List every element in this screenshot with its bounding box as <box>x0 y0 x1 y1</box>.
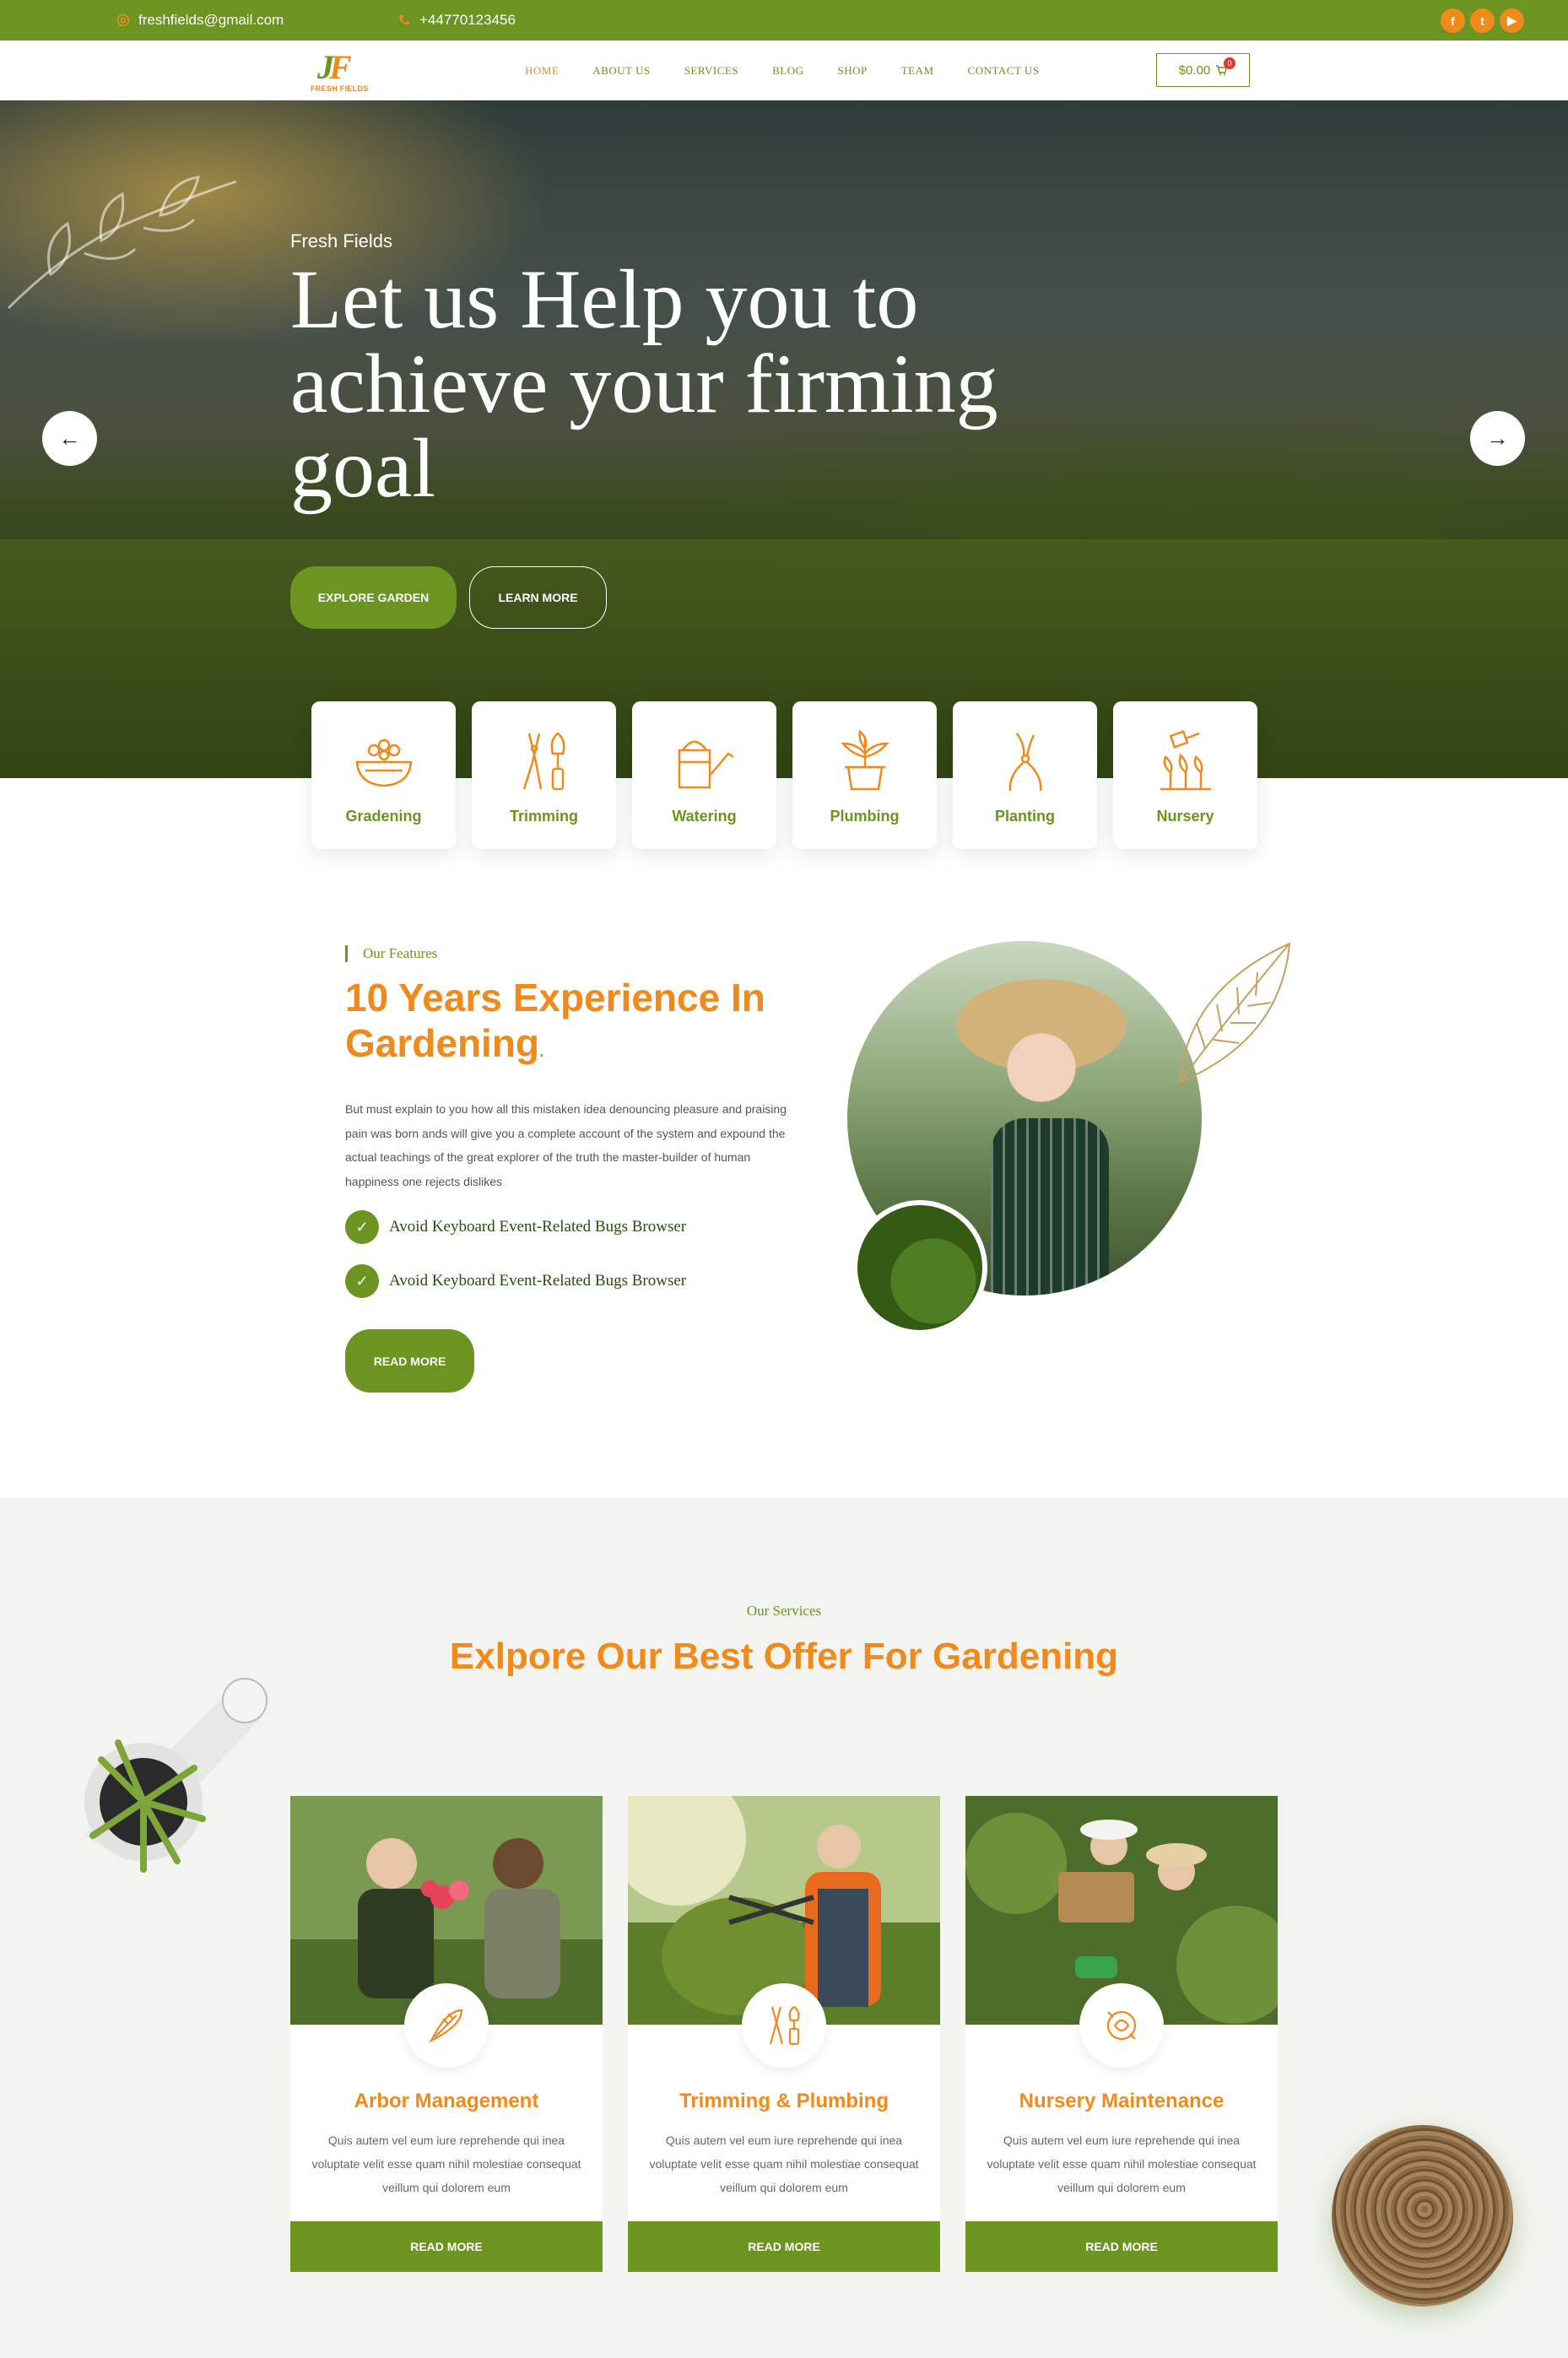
about-title-suffix: . <box>539 1042 544 1061</box>
nav-services[interactable]: SERVICES <box>684 64 738 78</box>
nav-blog[interactable]: BLOG <box>772 64 803 78</box>
shears-trowel-icon <box>769 2005 800 2046</box>
service-desc: Quis autem vel eum iure reprehende qui i… <box>987 2134 1257 2194</box>
feature-cards: Gradening Trimming Watering Plumbing Pla… <box>311 701 1257 849</box>
site-logo[interactable]: JF FRESH FIELDS <box>311 47 375 95</box>
service-card-arbor[interactable]: Arbor Management Quis autem vel eum iure… <box>290 1796 603 2272</box>
service-badge <box>742 1983 826 2068</box>
check-item: ✓ Avoid Keyboard Event-Related Bugs Brow… <box>345 1264 686 1298</box>
about-text: But must explain to you how all this mis… <box>345 1102 787 1188</box>
cart-total: $0.00 <box>1178 62 1211 78</box>
shears-trowel-icon <box>522 732 565 791</box>
cart-count-badge: 0 <box>1224 57 1235 69</box>
service-read-more-button[interactable]: READ MORE <box>628 2221 940 2272</box>
feature-card-planting[interactable]: Planting <box>953 701 1097 849</box>
about-title-text: 10 Years Experience In Gardening <box>345 976 765 1065</box>
email-contact[interactable]: freshfields@gmail.com <box>116 0 284 41</box>
check-text: Avoid Keyboard Event-Related Bugs Browse… <box>389 1272 687 1290</box>
check-text: Avoid Keyboard Event-Related Bugs Browse… <box>389 1218 687 1236</box>
hero-eyebrow: Fresh Fields <box>290 230 393 251</box>
feature-card-plumbing[interactable]: Plumbing <box>792 701 937 849</box>
service-card-nursery[interactable]: Nursery Maintenance Quis autem vel eum i… <box>965 1796 1278 2272</box>
logo-brand: FRESH FIELDS <box>311 84 369 93</box>
slider-next-arrow-icon[interactable]: → <box>1470 411 1525 466</box>
feature-label: Gradening <box>345 808 422 825</box>
leaf-outline-icon <box>1178 942 1291 1084</box>
service-desc: Quis autem vel eum iure reprehende qui i… <box>649 2134 919 2194</box>
top-bar: freshfields@gmail.com +44770123456 f t ▶ <box>0 0 1568 41</box>
nav-about-us[interactable]: ABOUT US <box>592 64 650 78</box>
feature-card-gardening[interactable]: Gradening <box>311 701 456 849</box>
main-nav: HOME ABOUT US SERVICES BLOG SHOP TEAM CO… <box>525 41 1040 100</box>
feature-card-trimming[interactable]: Trimming <box>472 701 616 849</box>
youtube-icon[interactable]: ▶ <box>1500 8 1524 33</box>
potted-plant-icon <box>840 729 889 791</box>
pruner-icon <box>1008 733 1041 792</box>
phone-contact[interactable]: +44770123456 <box>397 0 516 41</box>
main-header: JF FRESH FIELDS HOME ABOUT US SERVICES B… <box>0 41 1568 100</box>
service-desc: Quis autem vel eum iure reprehende qui i… <box>311 2134 581 2194</box>
arbor-icon <box>429 2009 463 2043</box>
service-title: Nursery Maintenance <box>1019 2090 1225 2112</box>
hero-title: Let us Help you to achieve your firming … <box>290 252 998 515</box>
explore-garden-button[interactable]: EXPLORE GARDEN <box>290 566 457 629</box>
email-text: freshfields@gmail.com <box>138 12 284 28</box>
photo-apron-stripes <box>991 1118 1109 1295</box>
vine-ornament-icon <box>7 176 237 310</box>
check-icon: ✓ <box>345 1210 379 1244</box>
flower-basket-icon <box>355 738 412 787</box>
nav-shop[interactable]: SHOP <box>837 64 867 78</box>
feature-label: Planting <box>995 808 1055 825</box>
feature-label: Watering <box>672 808 737 825</box>
nav-team[interactable]: TEAM <box>901 64 934 78</box>
about-title: 10 Years Experience In Gardening. <box>345 975 818 1074</box>
email-icon <box>116 14 130 27</box>
service-read-more-button[interactable]: READ MORE <box>965 2221 1278 2272</box>
facebook-icon[interactable]: f <box>1441 8 1465 33</box>
cart-button[interactable]: $0.00 0 <box>1156 53 1250 87</box>
service-read-more-button[interactable]: READ MORE <box>290 2221 603 2272</box>
phone-icon <box>399 15 409 25</box>
services-eyebrow: Our Services <box>746 1603 822 1619</box>
feature-card-watering[interactable]: Watering <box>632 701 776 849</box>
about-read-more-button[interactable]: READ MORE <box>345 1329 474 1393</box>
slider-prev-arrow-icon[interactable]: ← <box>42 411 97 466</box>
hero-slider: Fresh Fields Let us Help you to achieve … <box>0 100 1568 778</box>
feature-label: Plumbing <box>830 808 900 825</box>
learn-more-button[interactable]: LEARN MORE <box>469 566 607 629</box>
phone-text: +44770123456 <box>419 12 516 28</box>
check-item: ✓ Avoid Keyboard Event-Related Bugs Brow… <box>345 1210 686 1244</box>
nursery-icon <box>1106 2010 1137 2041</box>
seedlings-icon <box>1160 730 1211 791</box>
logo-mark: JF <box>317 48 352 86</box>
twitter-icon[interactable]: t <box>1470 8 1495 33</box>
social-links: f t ▶ <box>1441 8 1524 33</box>
service-title: Arbor Management <box>354 2090 539 2112</box>
service-badge <box>1079 1983 1164 2068</box>
services-title: Exlpore Our Best Offer For Gardening <box>449 1636 1119 1677</box>
service-badge <box>404 1983 489 2068</box>
nav-home[interactable]: HOME <box>525 64 559 78</box>
hedge-photo <box>852 1200 987 1335</box>
nav-contact-us[interactable]: CONTACT US <box>968 64 1040 78</box>
feature-card-nursery[interactable]: Nursery <box>1113 701 1257 849</box>
service-card-trimming[interactable]: Trimming & Plumbing Quis autem vel eum i… <box>628 1796 940 2272</box>
check-icon: ✓ <box>345 1264 379 1298</box>
feature-label: Trimming <box>509 808 578 825</box>
service-title: Trimming & Plumbing <box>679 2090 889 2112</box>
watering-can-icon <box>678 740 734 789</box>
about-eyebrow: Our Features <box>345 945 437 962</box>
twine-ball-image <box>1332 2125 1513 2307</box>
watering-can-plant-icon <box>84 1678 268 1873</box>
feature-label: Nursery <box>1156 808 1214 825</box>
